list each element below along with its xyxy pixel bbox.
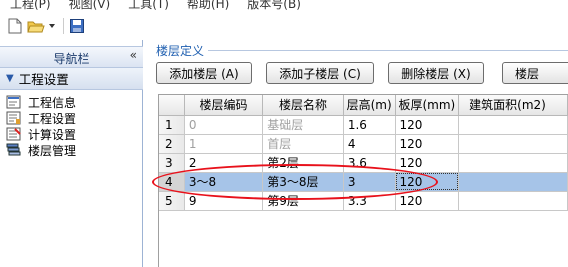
dropdown-arrow-icon[interactable] [48,17,56,35]
row-number[interactable]: 5 [159,191,185,211]
nav-item-project-settings[interactable]: 工程设置 [6,110,76,126]
cell-thickness[interactable]: 120 [395,191,460,211]
open-folder-icon[interactable] [27,17,45,35]
add-subfloor-button[interactable]: 添加子楼层 (C) [266,62,374,84]
nav-section-label: 工程设置 [18,72,69,87]
menu-view[interactable]: 视图(V) [69,0,111,12]
row-number[interactable]: 2 [159,134,185,154]
menu-project[interactable]: 工程(P) [10,0,51,12]
collapse-icon[interactable]: « [130,48,137,62]
delete-floor-button[interactable]: 删除楼层 (X) [388,62,484,84]
nav-title: 导航栏 [53,52,90,66]
cell-thickness[interactable]: 120 [395,115,460,135]
highlight-ellipse-annotation [152,164,438,200]
nav-item-calc-settings[interactable]: 计算设置 [6,126,76,142]
info-page-icon [6,95,22,109]
nav-item-project-info[interactable]: 工程信息 [6,94,76,110]
cell-code[interactable]: 1 [184,134,264,154]
table-row[interactable]: 1 0 基础层 1.6 120 [159,115,568,135]
new-file-icon[interactable] [6,17,24,35]
menu-help[interactable]: 帮助(H) [187,0,229,12]
nav-item-label: 工程信息 [28,95,77,110]
floor-stack-icon [6,143,22,157]
add-floor-button[interactable]: 添加楼层 (A) [156,62,252,84]
toolbar-separator [63,18,64,34]
nav-section-project-settings[interactable]: ▼ 工程设置 [0,68,143,90]
toolbar [0,14,568,38]
col-header-name[interactable]: 楼层名称 [262,95,344,116]
menu-version[interactable]: 版本号(B) [247,0,301,12]
cell-area[interactable] [458,191,568,211]
cell-name[interactable]: 首层 [262,134,344,154]
nav-item-label: 计算设置 [28,127,77,142]
menu-bar: 工程(P) 视图(V) 工具(T) 帮助(H) 版本号(B) [0,0,568,14]
calc-page-icon [6,127,22,141]
nav-item-label: 楼层管理 [28,143,77,158]
menu-tools[interactable]: 工具(T) [128,0,169,12]
arrow-down-icon: ▼ [6,73,14,84]
col-header-code[interactable]: 楼层编码 [184,95,264,116]
cell-area[interactable] [458,115,568,135]
col-header-rownum [159,95,185,116]
group-divider [208,50,568,51]
settings-page-icon [6,111,22,125]
row-number[interactable]: 3 [159,153,185,173]
cell-area[interactable] [458,153,568,173]
floor-more-button[interactable]: 楼层 [502,62,568,84]
nav-list: 工程信息 工程设置 计算设置 楼层管理 [6,94,76,158]
navigation-pane: 导航栏 « ▼ 工程设置 工程信息 工程设置 计算设置 楼层管理 [0,40,143,267]
col-header-height[interactable]: 层高(m) [343,95,396,116]
cell-code[interactable]: 0 [184,115,264,135]
row-number[interactable]: 1 [159,115,185,135]
floor-definition-panel: 楼层定义 添加楼层 (A) 添加子楼层 (C) 删除楼层 (X) 楼层 楼层编码… [148,40,568,267]
cell-thickness[interactable]: 120 [395,134,460,154]
table-row[interactable]: 2 1 首层 4 120 [159,134,568,154]
save-disk-icon[interactable] [68,17,86,35]
col-header-area[interactable]: 建筑面积(m2) [458,95,568,116]
cell-name[interactable]: 基础层 [262,115,344,135]
cell-area[interactable] [458,172,568,192]
cell-height[interactable]: 1.6 [343,115,396,135]
nav-item-label: 工程设置 [28,111,77,126]
cell-height[interactable]: 4 [343,134,396,154]
col-header-thickness[interactable]: 板厚(mm) [395,95,460,116]
nav-item-floor-management[interactable]: 楼层管理 [6,142,76,158]
cell-thickness[interactable]: 120 [395,153,460,173]
panel-title: 楼层定义 [156,44,205,58]
table-header-row: 楼层编码 楼层名称 层高(m) 板厚(mm) 建筑面积(m2) [159,95,568,116]
nav-header: 导航栏 « [0,46,143,68]
cell-area[interactable] [458,134,568,154]
